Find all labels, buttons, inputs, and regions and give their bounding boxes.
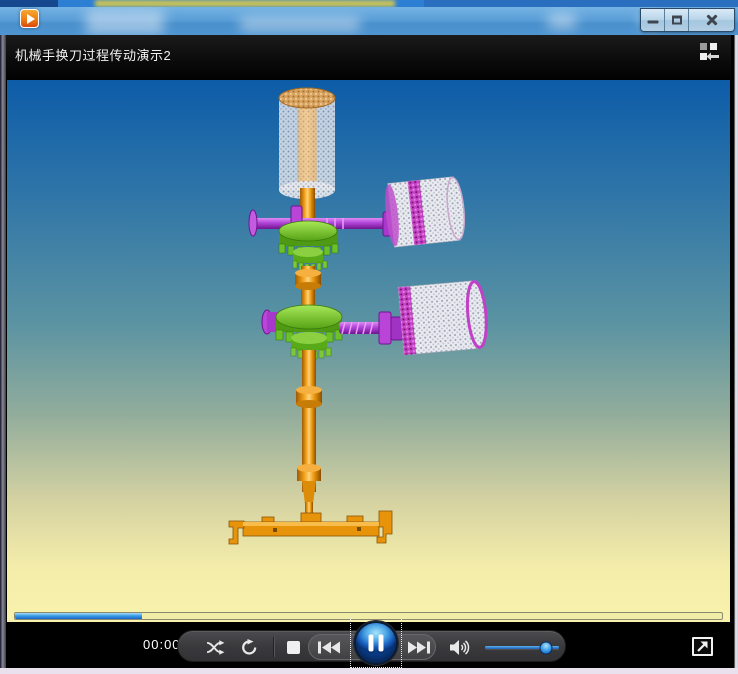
machine-3d-scene: [228, 87, 488, 545]
minimize-button[interactable]: [641, 9, 665, 31]
middle-shaft: [295, 266, 321, 310]
video-surface[interactable]: [6, 80, 731, 622]
pause-button[interactable]: [354, 621, 398, 665]
upper-green-gear: [278, 220, 339, 272]
fullscreen-button[interactable]: [692, 637, 713, 656]
shuffle-icon: [206, 639, 224, 655]
background-window-text-blur: [95, 0, 395, 7]
lower-spindle-shaft: [296, 350, 322, 514]
background-window-strip: [0, 0, 738, 7]
background-window-area: [424, 0, 738, 7]
repeat-button[interactable]: [236, 631, 262, 663]
lower-worm-shaft: [339, 311, 404, 345]
elapsed-time: 00:00: [143, 637, 181, 652]
upper-right-cylinder: [385, 176, 466, 248]
shuffle-button[interactable]: [202, 631, 228, 663]
window-right-border: [731, 35, 738, 668]
repeat-icon: [241, 638, 256, 655]
gripper-arm: [228, 510, 393, 545]
next-icon: [408, 641, 430, 653]
mini-mode-button[interactable]: [697, 41, 723, 61]
transport-pill: [177, 618, 566, 668]
window-bottom-border: [0, 668, 738, 674]
mute-button[interactable]: [444, 631, 476, 663]
video-title-bar: 机械手换刀过程传动演示2: [6, 35, 731, 80]
aero-blur-blob: [86, 9, 164, 35]
play-triangle-icon: [27, 14, 35, 24]
maximize-icon: [671, 15, 682, 25]
minimize-icon: [647, 20, 658, 24]
aero-blur-blob: [548, 13, 576, 29]
lower-right-cylinder: [397, 280, 488, 356]
window-title-bar: [0, 7, 738, 35]
app-play-icon[interactable]: [20, 9, 39, 28]
previous-button[interactable]: [312, 631, 346, 663]
volume-icon: [449, 639, 469, 655]
window-buttons: [640, 8, 735, 32]
video-title: 机械手换刀过程传动演示2: [15, 48, 172, 63]
stop-button[interactable]: [280, 631, 306, 663]
volume-slider[interactable]: [485, 641, 559, 654]
close-button[interactable]: [689, 9, 734, 31]
stop-icon: [286, 640, 300, 654]
maximize-button[interactable]: [665, 9, 689, 31]
pause-button-area: [350, 618, 402, 668]
top-motor-cylinder: [278, 87, 336, 199]
previous-icon: [318, 641, 340, 653]
next-button[interactable]: [402, 631, 436, 663]
pill-divider: [273, 637, 274, 657]
close-icon: [706, 14, 718, 26]
aero-blur-blob: [240, 17, 360, 31]
pause-icon: [368, 634, 384, 652]
mini-mode-icon: [700, 43, 719, 61]
volume-thumb[interactable]: [539, 641, 553, 654]
fullscreen-icon: [697, 641, 708, 652]
player-window: 机械手换刀过程传动演示2 00:00: [0, 0, 738, 674]
seek-progress-fill: [15, 613, 143, 619]
playback-control-bar: 00:00: [6, 618, 731, 668]
